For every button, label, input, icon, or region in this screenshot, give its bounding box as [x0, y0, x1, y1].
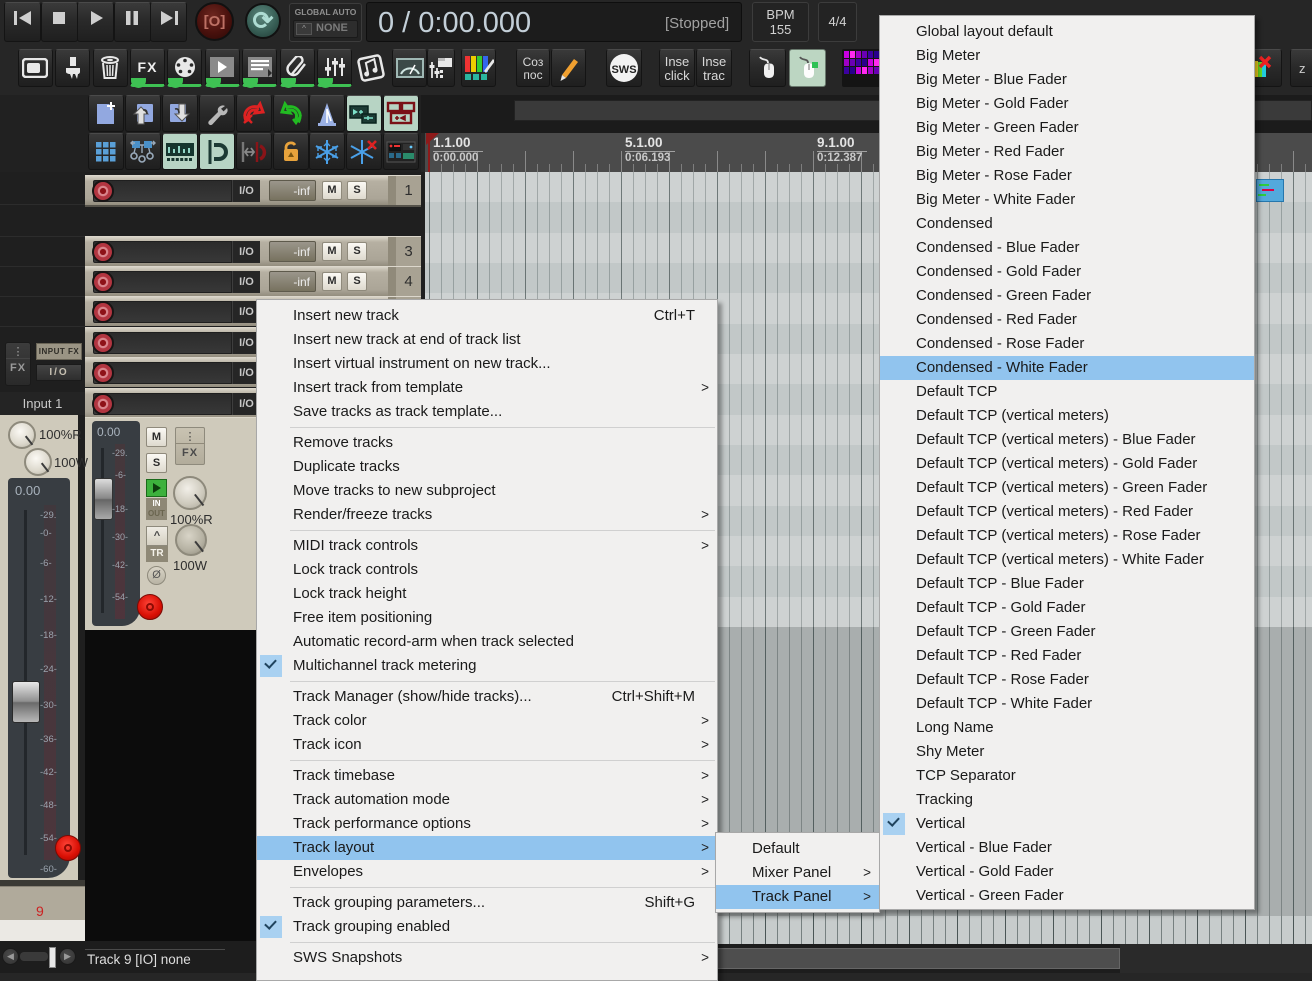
svg-text:SWS: SWS [611, 64, 636, 76]
